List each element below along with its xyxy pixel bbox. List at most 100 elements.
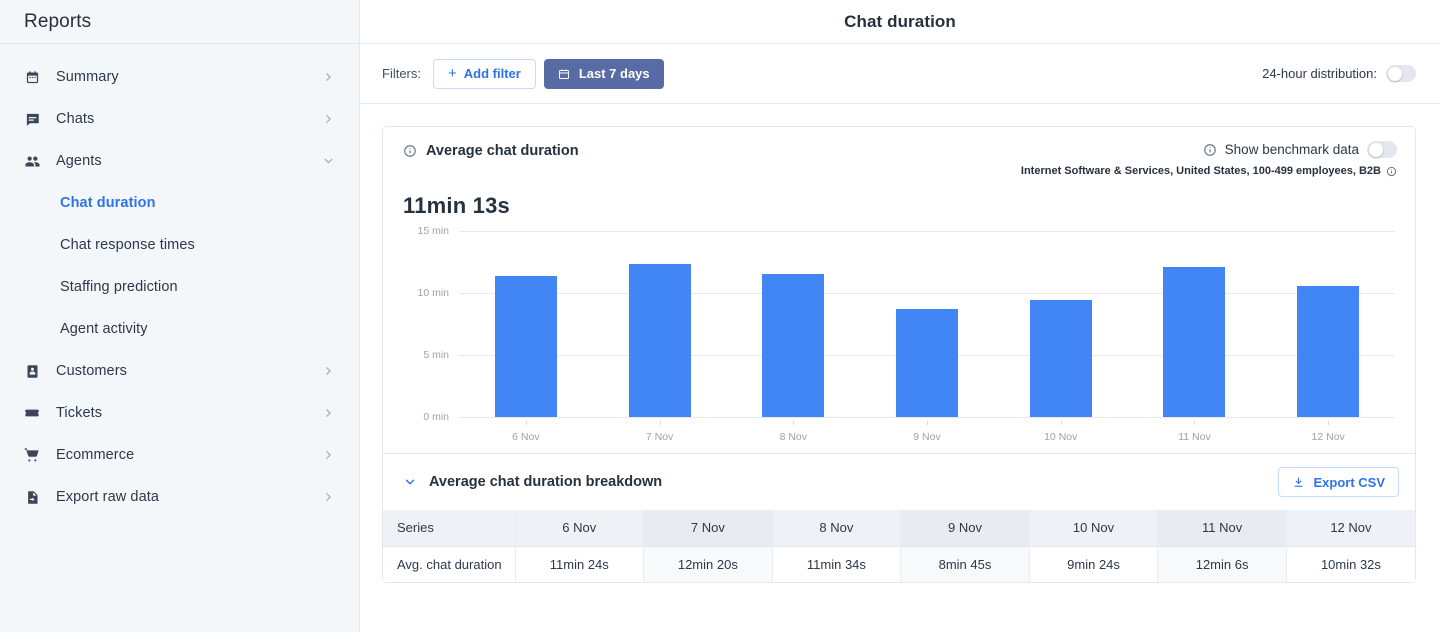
sidebar-item-staffing-prediction[interactable]: Staffing prediction [0, 266, 359, 308]
chevron-right-icon [322, 113, 335, 126]
chevron-down-icon[interactable] [403, 475, 417, 489]
x-axis-tick-label: 12 Nov [1311, 431, 1345, 443]
sidebar-item-chat-duration[interactable]: Chat duration [0, 182, 359, 224]
sidebar-subitem-label: Staffing prediction [60, 279, 178, 295]
chart-x-tick: 9 Nov [860, 231, 994, 453]
card-title-label: Average chat duration [426, 143, 579, 159]
x-axis-notch [1328, 421, 1330, 425]
chart-x-axis: 6 Nov 7 Nov 8 Nov 9 Nov 10 Nov 11 Nov 12 Nov [459, 231, 1395, 453]
sidebar-subitem-label: Chat response times [60, 237, 195, 253]
sidebar-item-label: Tickets [56, 405, 103, 421]
sidebar-item-ecommerce[interactable]: Ecommerce [0, 434, 359, 476]
sidebar-item-tickets[interactable]: Tickets [0, 392, 359, 434]
y-axis-tick-label: 0 min [423, 411, 449, 423]
sidebar: Reports Summary Chats Agents Chat durati… [0, 0, 360, 632]
sidebar-item-label: Export raw data [56, 489, 160, 505]
date-range-button[interactable]: Last 7 days [543, 58, 664, 89]
table-header-row: Series 6 Nov 7 Nov 8 Nov 9 Nov 10 Nov 11 Nov 12… [383, 510, 1415, 546]
breakdown-section: Average chat duration breakdown Export C… [383, 453, 1415, 582]
table-cell-value: 11min 24s [515, 546, 645, 582]
info-icon[interactable] [1386, 166, 1397, 177]
plus-icon: + [448, 65, 457, 82]
calendar-icon [558, 68, 570, 80]
chevron-right-icon [322, 71, 335, 84]
date-range-label: Last 7 days [578, 66, 650, 81]
table-column-header: 8 Nov [772, 510, 902, 546]
contact-card-icon [22, 361, 42, 381]
breakdown-title: Average chat duration breakdown [429, 474, 663, 490]
chat-bubble-icon [22, 109, 42, 129]
sidebar-item-label: Customers [56, 363, 127, 379]
table-cell-value: 12min 20s [643, 546, 773, 582]
breakdown-header[interactable]: Average chat duration breakdown Export C… [383, 454, 1415, 510]
distribution-toggle-group: 24-hour distribution: [1262, 65, 1416, 82]
sidebar-item-customers[interactable]: Customers [0, 350, 359, 392]
benchmark-toggle[interactable] [1367, 141, 1397, 158]
sidebar-item-agent-activity[interactable]: Agent activity [0, 308, 359, 350]
x-axis-tick-label: 6 Nov [512, 431, 540, 443]
export-csv-button[interactable]: Export CSV [1278, 467, 1399, 497]
sidebar-item-agents[interactable]: Agents [0, 140, 359, 182]
filter-bar: Filters: + Add filter Last 7 days 24-hou… [360, 44, 1440, 104]
shopping-cart-icon [22, 445, 42, 465]
chat-duration-chart: 0 min 5 min 10 min 15 min 6 Nov 7 Nov 8 Nov 9 … [403, 225, 1395, 453]
breakdown-table: Series 6 Nov 7 Nov 8 Nov 9 Nov 10 Nov 11 Nov 12… [383, 510, 1415, 582]
add-filter-label: Add filter [463, 66, 521, 81]
sidebar-item-label: Agents [56, 153, 102, 169]
sidebar-subitem-label: Chat duration [60, 195, 156, 211]
sidebar-item-label: Ecommerce [56, 447, 135, 463]
page-header: Chat duration [360, 0, 1440, 44]
chart-x-tick: 7 Nov [593, 231, 727, 453]
table-head: Series 6 Nov 7 Nov 8 Nov 9 Nov 10 Nov 11 Nov 12… [383, 510, 1415, 546]
sidebar-item-label: Summary [56, 69, 119, 85]
app-root: Reports Summary Chats Agents Chat durati… [0, 0, 1440, 632]
x-axis-tick-label: 11 Nov [1178, 431, 1211, 443]
add-filter-button[interactable]: + Add filter [433, 58, 536, 89]
sidebar-title: Reports [24, 10, 92, 32]
sidebar-item-export-raw-data[interactable]: Export raw data [0, 476, 359, 518]
ticket-icon [22, 403, 42, 423]
x-axis-notch [659, 421, 661, 425]
chart-x-tick: 8 Nov [726, 231, 860, 453]
table-column-header: 9 Nov [900, 510, 1030, 546]
table-cell-value: 11min 34s [772, 546, 902, 582]
info-icon[interactable] [1203, 143, 1217, 157]
table-column-header: 7 Nov [643, 510, 773, 546]
table-cell-value: 9min 24s [1029, 546, 1159, 582]
sidebar-item-summary[interactable]: Summary [0, 56, 359, 98]
sidebar-subitem-label: Agent activity [60, 321, 148, 337]
benchmark-label: Show benchmark data [1224, 142, 1359, 157]
table-cell-value: 10min 32s [1286, 546, 1415, 582]
filters-label: Filters: [382, 66, 421, 81]
distribution-toggle-label: 24-hour distribution: [1262, 66, 1377, 81]
card-header: Average chat duration Show benchmark dat… [383, 127, 1415, 189]
benchmark-toggle-row: Show benchmark data [1021, 141, 1397, 158]
chevron-down-icon [322, 155, 335, 168]
card-title: Average chat duration [403, 143, 579, 159]
sidebar-nav: Summary Chats Agents Chat duration Chat … [0, 44, 359, 518]
info-icon[interactable] [403, 144, 417, 158]
table-column-header: 6 Nov [515, 510, 645, 546]
chevron-right-icon [322, 449, 335, 462]
sidebar-item-chat-response-times[interactable]: Chat response times [0, 224, 359, 266]
x-axis-notch [525, 421, 527, 425]
x-axis-tick-label: 10 Nov [1044, 431, 1078, 443]
distribution-toggle[interactable] [1386, 65, 1416, 82]
y-axis-tick-label: 10 min [417, 287, 449, 299]
export-csv-label: Export CSV [1313, 474, 1385, 490]
download-icon [1292, 476, 1305, 489]
sidebar-item-chats[interactable]: Chats [0, 98, 359, 140]
calendar-icon [22, 67, 42, 87]
chevron-right-icon [322, 491, 335, 504]
sidebar-header: Reports [0, 0, 359, 44]
benchmark-group: Show benchmark data Internet Software & … [1021, 141, 1397, 177]
table-row: Avg. chat duration 11min 24s 12min 20s 11mi… [383, 546, 1415, 582]
average-value: 11min 13s [403, 193, 510, 218]
chat-duration-card: Average chat duration Show benchmark dat… [382, 126, 1416, 583]
sidebar-item-label: Chats [56, 111, 95, 127]
x-axis-tick-label: 9 Nov [913, 431, 941, 443]
people-icon [22, 151, 42, 171]
x-axis-notch [1060, 421, 1062, 425]
x-axis-notch [793, 421, 795, 425]
chevron-right-icon [322, 365, 335, 378]
